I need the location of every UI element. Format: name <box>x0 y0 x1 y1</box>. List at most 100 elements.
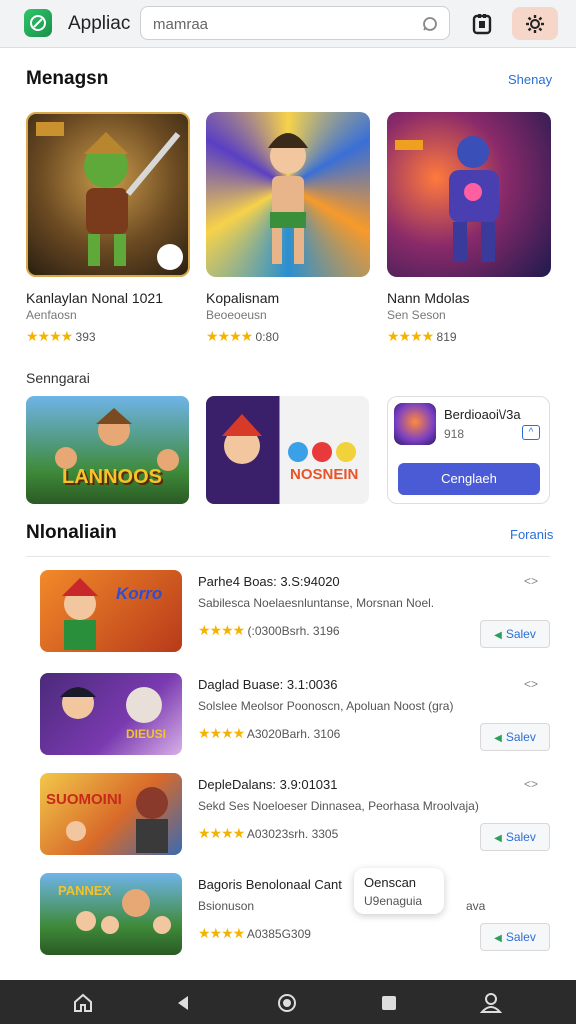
thumbnail-label: SUOMOINI <box>46 791 122 808</box>
list-item-title: Parhe4 Boas: 3.S:94020 <box>198 574 340 589</box>
top-bar: Appliac <box>0 0 576 48</box>
star-rating-icon: ★★★★ <box>198 825 245 841</box>
list-item-description: Sekd Ses Noeloeser Dinnasea, Peorhasa Mr… <box>198 799 479 813</box>
list-item-meta: ★★★★ (:0300Bsrh. 3196 <box>198 622 340 639</box>
list-item-action-button[interactable]: ◀ Salev <box>480 823 550 851</box>
list-item[interactable]: SUOMOINI DepleDalans: 3.9:01031 Sekd Ses… <box>26 773 550 863</box>
secondary-section-title: Senngarai <box>26 370 90 386</box>
game-thumbnail: DIEUSI <box>40 673 182 755</box>
app-screen: Appliac Menagsn Shenay Kanlaylan Nonal <box>0 0 576 1024</box>
home-icon[interactable] <box>72 992 94 1014</box>
list-item-meta: ★★★★ A0385G309 <box>198 925 311 942</box>
action-label: Salev <box>505 627 536 641</box>
expand-icon[interactable]: ^ <box>522 425 540 440</box>
rating-count: 819 <box>436 330 457 344</box>
star-rating-icon: ★★★★ <box>206 328 253 344</box>
game-thumbnail: Korro <box>40 570 182 652</box>
action-label: Salev <box>505 930 536 944</box>
banner-title: NOSNEIN <box>290 466 359 483</box>
list-item-description: Bsionuson ava <box>198 899 485 913</box>
promo-app-meta: 918 <box>444 427 465 441</box>
tooltip: Oenscan U9enaguia <box>354 868 444 914</box>
list-item-action-button[interactable]: ◀ Salev <box>480 923 550 951</box>
app-logo-icon[interactable] <box>24 9 52 37</box>
share-icon[interactable]: <> <box>524 574 538 588</box>
star-rating-icon: ★★★★ <box>198 622 245 638</box>
share-icon[interactable]: <> <box>524 677 538 691</box>
profile-icon[interactable] <box>480 992 502 1014</box>
share-icon[interactable]: <> <box>524 777 538 791</box>
list-item-stats: A0385G309 <box>246 927 311 941</box>
list-item-title: Bagoris Benolonaal Cant <box>198 877 342 892</box>
thumbnail-label: DIEUSI <box>126 727 167 741</box>
settings-button[interactable] <box>512 7 558 40</box>
recents-icon[interactable] <box>378 992 400 1014</box>
download-icon: ◀ <box>494 833 502 844</box>
rating-count: 393 <box>75 330 96 344</box>
featured-game-name: Nann Mdolas <box>387 290 470 306</box>
search-icon[interactable] <box>421 15 439 33</box>
promo-install-button[interactable]: Cenglaeh <box>398 463 540 495</box>
list-item-description: Sabilesca Noelaesnluntanse, Morsnan Noel… <box>198 596 435 610</box>
download-icon: ◀ <box>494 630 502 641</box>
list-item-stats: (:0300Bsrh. 3196 <box>247 624 340 638</box>
featured-game-rating: ★★★★ 393 <box>26 328 96 345</box>
featured-game-name: Kanlaylan Nonal 1021 <box>26 290 163 306</box>
library-icon[interactable] <box>470 12 494 36</box>
list-item[interactable]: Korro Parhe4 Boas: 3.S:94020 Sabilesca N… <box>26 570 550 660</box>
featured-game-name: Kopalisnam <box>206 290 280 306</box>
featured-card[interactable]: Nann Mdolas Sen Seson ★★★★ 819 <box>387 112 551 344</box>
featured-game-rating: ★★★★ 819 <box>387 328 457 345</box>
featured-card[interactable]: Kanlaylan Nonal 1021 Aenfaosn ★★★★ 393 <box>26 112 190 344</box>
gear-icon <box>526 15 544 33</box>
game-artwork <box>387 112 551 277</box>
featured-game-publisher: Sen Seson <box>387 308 446 322</box>
list-item-action-button[interactable]: ◀ Salev <box>480 620 550 648</box>
banner-title: LANNOOS <box>62 466 162 488</box>
star-rating-icon: ★★★★ <box>26 328 73 344</box>
promo-banner-2[interactable]: NOSNEIN <box>206 396 369 504</box>
list-item-meta: ★★★★ A3020Barh. 3106 <box>198 725 340 742</box>
promo-banner-1[interactable]: LANNOOS <box>26 396 189 504</box>
download-icon: ◀ <box>494 933 502 944</box>
list-item[interactable]: DIEUSI Daglad Buase: 3.1:0036 Solslee Me… <box>26 673 550 763</box>
app-title: Appliac <box>68 13 131 34</box>
tooltip-subtitle: U9enaguia <box>364 894 423 908</box>
list-item-action-button[interactable]: ◀ Salev <box>480 723 550 751</box>
list-item-stats: A3020Barh. 3106 <box>246 727 341 741</box>
star-rating-icon: ★★★★ <box>387 328 434 344</box>
featured-game-publisher: Aenfaosn <box>26 308 77 322</box>
list-item-description-tail: ava <box>466 899 486 913</box>
list-item-description-text: Bsionuson <box>198 899 255 913</box>
action-label: Salev <box>505 830 536 844</box>
list-section-title: Nlonaliain <box>26 522 117 543</box>
download-icon: ◀ <box>494 733 502 744</box>
list-see-all-link[interactable]: Foranis <box>510 527 553 542</box>
search-bar[interactable] <box>140 6 450 40</box>
search-input[interactable] <box>153 14 413 34</box>
list-item-stats: A03023srh. 3305 <box>246 827 339 841</box>
thumbnail-label: PANNEX <box>58 883 112 898</box>
featured-see-all-link[interactable]: Shenay <box>508 72 552 87</box>
featured-card[interactable]: Kopalisnam Beoeoeusn ★★★★ 0:80 <box>206 112 370 344</box>
app-thumbnail <box>394 403 436 445</box>
game-thumbnail: SUOMOINI <box>40 773 182 855</box>
game-artwork <box>206 112 370 277</box>
divider <box>26 556 550 557</box>
back-icon[interactable] <box>172 992 194 1014</box>
featured-game-publisher: Beoeoeusn <box>206 308 267 322</box>
circle-home-icon[interactable] <box>276 992 298 1014</box>
list-item-description: Solslee Meolsor Poonoscn, Apoluan Noost … <box>198 699 454 713</box>
rating-count: 0:80 <box>255 330 279 344</box>
list-item[interactable]: PANNEX Bagoris Benolonaal Cant Bsionuson… <box>26 873 550 963</box>
list-item-meta: ★★★★ A03023srh. 3305 <box>198 825 338 842</box>
list-item-title: Daglad Buase: 3.1:0036 <box>198 677 338 692</box>
promo-app-name: Berdioaoi\/3a <box>444 407 521 422</box>
featured-game-rating: ★★★★ 0:80 <box>206 328 279 345</box>
list-item-title: DepleDalans: 3.9:01031 <box>198 777 338 792</box>
tooltip-title: Oenscan <box>364 875 417 890</box>
promo-app-card[interactable]: Berdioaoi\/3a 918 ^ Cenglaeh <box>387 396 550 504</box>
star-rating-icon: ★★★★ <box>198 725 245 741</box>
featured-section-title: Menagsn <box>26 68 109 89</box>
thumbnail-label: Korro <box>116 584 163 603</box>
